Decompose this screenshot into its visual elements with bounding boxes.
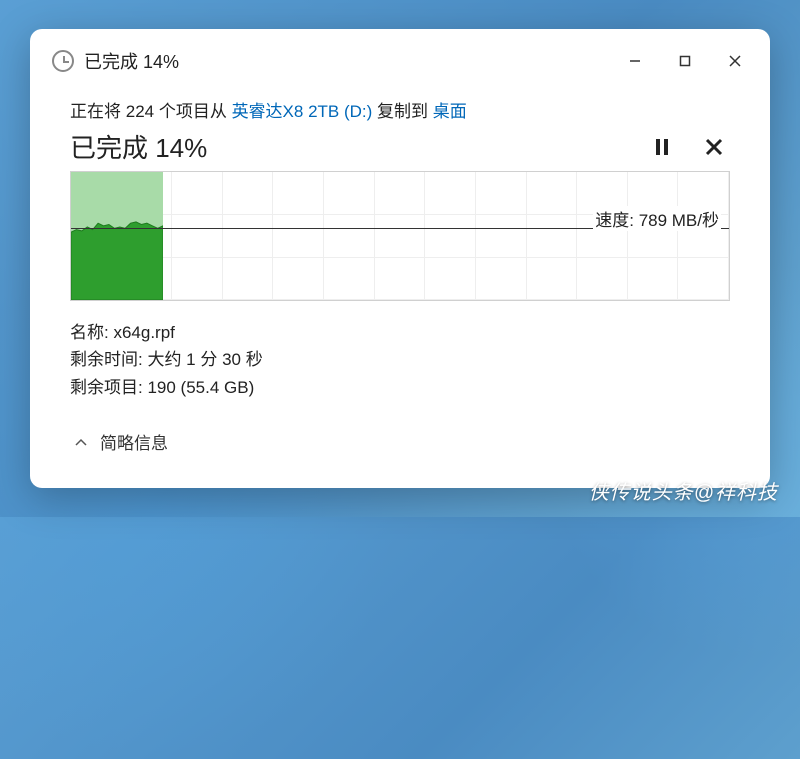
speed-value: 789 MB/秒 (639, 211, 719, 230)
speed-label-text: 速度: (595, 211, 638, 230)
brief-info-label: 简略信息 (100, 429, 168, 454)
brief-info-toggle[interactable]: 简略信息 (70, 425, 730, 468)
chart-area (71, 172, 163, 300)
titlebar: 已完成 14% (30, 29, 770, 89)
pause-button[interactable] (650, 135, 674, 159)
dialog-content: 正在将 224 个项目从 英睿达X8 2TB (D:) 复制到 桌面 已完成 1… (30, 89, 770, 488)
watermark: 侠传说头条@祥科技 (589, 476, 778, 505)
progress-controls (650, 135, 730, 159)
chart-grid (71, 172, 729, 300)
detail-items: 剩余项目: 190 (55.4 GB) (70, 374, 730, 401)
speed-label: 速度: 789 MB/秒 (593, 206, 721, 231)
window-controls (610, 43, 760, 79)
progress-label: 已完成 14% (70, 128, 207, 165)
minimize-button[interactable] (610, 43, 660, 79)
item-count: 224 (126, 102, 154, 121)
detail-time: 剩余时间: 大约 1 分 30 秒 (70, 346, 730, 373)
details-section: 名称: x64g.rpf 剩余时间: 大约 1 分 30 秒 剩余项目: 190… (70, 319, 730, 401)
close-button[interactable] (710, 43, 760, 79)
chevron-up-icon (74, 435, 86, 447)
copy-prefix: 正在将 (70, 102, 126, 121)
progress-row: 已完成 14% (70, 128, 730, 165)
clock-icon (52, 50, 74, 72)
file-copy-dialog: 已完成 14% 正在将 224 个项目从 英睿达X8 2TB (D:) 复制到 … (30, 29, 770, 488)
source-link[interactable]: 英睿达X8 2TB (D:) (232, 102, 373, 121)
copy-mid1: 个项目从 (154, 102, 231, 121)
destination-link[interactable]: 桌面 (433, 102, 467, 121)
window-title: 已完成 14% (84, 48, 600, 74)
speed-chart[interactable]: 速度: 789 MB/秒 (70, 171, 730, 301)
cancel-button[interactable] (702, 135, 726, 159)
maximize-button[interactable] (660, 43, 710, 79)
copy-mid2: 复制到 (372, 102, 432, 121)
copy-description: 正在将 224 个项目从 英睿达X8 2TB (D:) 复制到 桌面 (70, 97, 730, 122)
detail-name: 名称: x64g.rpf (70, 319, 730, 346)
